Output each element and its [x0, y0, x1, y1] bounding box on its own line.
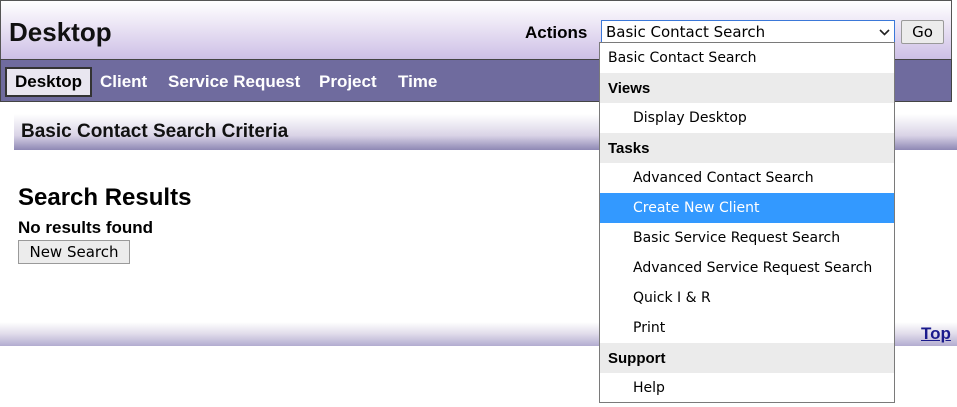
dropdown-option-advanced-service-request-search[interactable]: Advanced Service Request Search: [600, 253, 894, 283]
dropdown-option-display-desktop[interactable]: Display Desktop: [600, 103, 894, 133]
top-link[interactable]: Top: [921, 324, 951, 344]
actions-dropdown-list: Basic Contact Search Views Display Deskt…: [599, 42, 895, 403]
actions-select-value: Basic Contact Search: [606, 23, 766, 41]
dropdown-option-basic-service-request-search[interactable]: Basic Service Request Search: [600, 223, 894, 253]
dropdown-option-advanced-contact-search[interactable]: Advanced Contact Search: [600, 163, 894, 193]
dropdown-group-tasks: Tasks: [600, 133, 894, 163]
nav-item-desktop[interactable]: Desktop: [5, 67, 93, 97]
nav-item-time[interactable]: Time: [390, 67, 445, 97]
dropdown-option-create-new-client[interactable]: Create New Client: [600, 193, 894, 223]
nav-item-project[interactable]: Project: [311, 67, 385, 97]
dropdown-option-basic-contact-search[interactable]: Basic Contact Search: [600, 43, 894, 73]
no-results-message: No results found: [18, 218, 154, 237]
dropdown-group-views: Views: [600, 73, 894, 103]
actions-select[interactable]: Basic Contact Search: [601, 20, 895, 44]
nav-item-service-request[interactable]: Service Request: [160, 67, 308, 97]
actions-label: Actions: [525, 23, 588, 42]
dropdown-option-print[interactable]: Print: [600, 313, 894, 343]
go-button[interactable]: Go: [901, 20, 944, 44]
new-search-button[interactable]: New Search: [18, 240, 130, 264]
results-heading: Search Results: [18, 184, 192, 211]
nav-item-client[interactable]: Client: [92, 67, 155, 97]
dropdown-group-support: Support: [600, 343, 894, 373]
chevron-down-icon[interactable]: [875, 22, 893, 42]
dropdown-option-help[interactable]: Help: [600, 373, 894, 403]
dropdown-option-quick-i-and-r[interactable]: Quick I & R: [600, 283, 894, 313]
page-title: Desktop: [9, 17, 112, 47]
criteria-title: Basic Contact Search Criteria: [21, 121, 289, 142]
